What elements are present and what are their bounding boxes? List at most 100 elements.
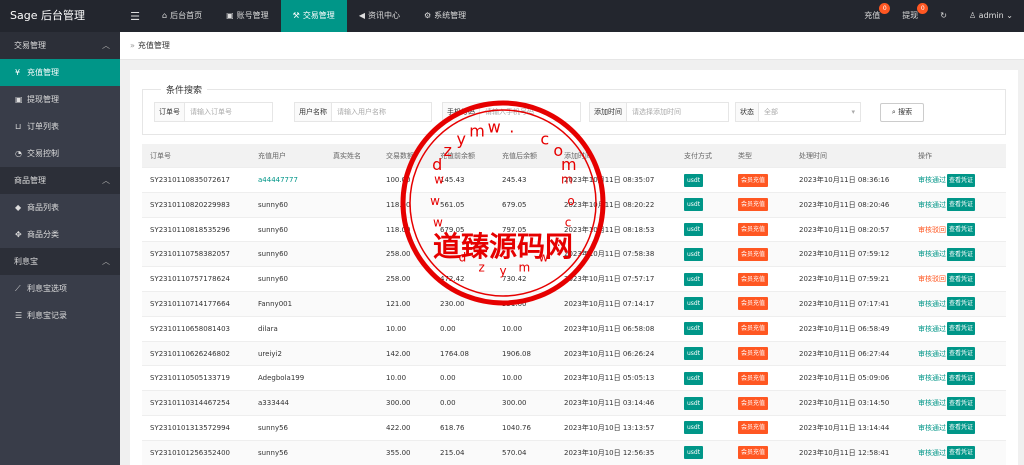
cell-type: 会员充值 [738, 242, 769, 266]
home-icon: ⌂ [162, 11, 168, 20]
user-name-input[interactable]: 请输入用户名称 [332, 103, 431, 121]
sidebar-item-goods-category[interactable]: ✥ 商品分类 [0, 221, 120, 248]
table-header: 订单号 充值用户 真实姓名 交易数额 充值前余额 充值后余额 添加时间 支付方式… [142, 144, 1006, 168]
view-voucher-button[interactable]: 查看凭证 [947, 173, 976, 187]
view-voucher-button[interactable]: 查看凭证 [947, 322, 976, 336]
cell-user: ureiyi2 [258, 349, 282, 358]
sidebar-item-goods-list[interactable]: ◆ 商品列表 [0, 194, 120, 221]
view-voucher-button[interactable]: 查看凭证 [947, 272, 976, 286]
cell-before-balance: 0.00 [440, 399, 456, 408]
breadcrumb-current[interactable]: 充值管理 [138, 41, 170, 50]
cell-user: Adegbola199 [258, 374, 305, 383]
type-tag: 会员充值 [738, 322, 769, 336]
review-status: 审核通过 [918, 399, 946, 408]
search-button[interactable]: ⌕ 搜索 [880, 103, 924, 122]
line-chart-icon: ⟋ [15, 284, 21, 293]
status-field: 状态 全部 ▾ [735, 102, 861, 122]
view-voucher-button[interactable]: 查看凭证 [947, 247, 976, 261]
phone-input[interactable]: 请输入手机号码 [480, 103, 580, 121]
id-card-icon: ▣ [226, 11, 234, 20]
cell-process-time: 2023年10月11日 03:14:50 [799, 399, 890, 408]
withdraw-link[interactable]: 提现 0 [891, 0, 929, 32]
view-voucher-button[interactable]: 查看凭证 [947, 223, 976, 237]
nav-home[interactable]: ⌂ 后台首页 [150, 0, 214, 32]
cell-before-balance: 472.42 [440, 275, 465, 284]
chevron-up-icon: ︿ [102, 176, 110, 185]
cell-actions: 审核驳回 查看凭证 [918, 267, 976, 291]
cell-actions: 审核通过 查看凭证 [918, 416, 976, 440]
cell-order-no: SY2310101313572994 [150, 423, 230, 432]
cell-order-no: SY2310110505133719 [150, 374, 230, 383]
search-panel: 条件搜索 订单号 请输入订单号 用户名称 请输入用户名称 手机号码 请输入手机号… [142, 83, 1006, 135]
pay-method-tag: usdt [684, 421, 704, 435]
cell-amount: 118.00 [386, 200, 411, 209]
user-menu[interactable]: ♙ admin ⌄ [958, 0, 1024, 32]
status-select[interactable]: 全部 [759, 103, 860, 121]
cell-pay-method: usdt [684, 416, 704, 440]
breadcrumb-separator-icon: » [130, 41, 135, 50]
cell-user: Fanny001 [258, 299, 293, 308]
cell-process-time: 2023年10月11日 12:58:41 [799, 448, 890, 457]
cell-amount: 422.00 [386, 423, 411, 432]
add-time-input[interactable]: 请选择添加时间 [627, 103, 728, 121]
nav-system[interactable]: ⚙ 系统管理 [412, 0, 478, 32]
type-tag: 会员充值 [738, 198, 769, 212]
cell-type: 会员充值 [738, 267, 769, 291]
view-voucher-button[interactable]: 查看凭证 [947, 371, 976, 385]
refresh-icon[interactable]: ↻ [929, 0, 958, 32]
app-title: Sage 后台管理 [10, 9, 85, 22]
cell-user[interactable]: a44447777 [258, 168, 298, 192]
sidebar-group-trade[interactable]: 交易管理 ︿ [0, 32, 120, 59]
megaphone-icon: ◀ [358, 11, 365, 20]
cell-add-time: 2023年10月11日 05:05:13 [564, 374, 655, 383]
cell-type: 会员充值 [738, 441, 769, 465]
order-no-input[interactable]: 请输入订单号 [185, 103, 272, 121]
view-voucher-button[interactable]: 查看凭证 [947, 347, 976, 361]
cell-amount: 355.00 [386, 448, 411, 457]
sidebar-item-interest-options[interactable]: ⟋ 利息宝选项 [0, 275, 120, 302]
cell-process-time: 2023年10月11日 13:14:44 [799, 423, 890, 432]
cell-order-no: SY2310110820229983 [150, 200, 230, 209]
chevron-down-icon: ▾ [851, 108, 855, 116]
cell-actions: 审核通过 查看凭证 [918, 193, 976, 217]
type-tag: 会员充值 [738, 421, 769, 435]
type-tag: 会员充值 [738, 347, 769, 361]
sidebar-group-interest[interactable]: 利息宝 ︿ [0, 248, 120, 275]
view-voucher-button[interactable]: 查看凭证 [947, 396, 976, 410]
cubes-icon: ✥ [15, 230, 22, 239]
type-tag: 会员充值 [738, 297, 769, 311]
hamburger-icon[interactable]: ☰ [120, 10, 150, 23]
cell-process-time: 2023年10月11日 06:27:44 [799, 349, 890, 358]
nav-news[interactable]: ◀ 资讯中心 [347, 0, 412, 32]
cell-add-time: 2023年10月11日 08:35:07 [564, 176, 655, 184]
cell-actions: 审核通过 查看凭证 [918, 366, 976, 390]
cell-amount: 118.00 [386, 225, 411, 234]
nav-account[interactable]: ▣ 账号管理 [214, 0, 281, 32]
view-voucher-button[interactable]: 查看凭证 [947, 421, 976, 435]
cell-before-balance: 1764.08 [440, 349, 469, 358]
sidebar-item-trade-control[interactable]: ◔ 交易控制 [0, 140, 120, 167]
sidebar-item-withdraw[interactable]: ▣ 提现管理 [0, 86, 120, 113]
view-voucher-button[interactable]: 查看凭证 [947, 198, 976, 212]
cell-process-time: 2023年10月11日 07:17:41 [799, 299, 890, 308]
sidebar-item-interest-records[interactable]: ☰ 利息宝记录 [0, 302, 120, 329]
view-voucher-button[interactable]: 查看凭证 [947, 297, 976, 311]
review-status: 审核通过 [918, 299, 946, 308]
review-status: 审核通过 [918, 200, 946, 209]
review-status: 审核驳回 [918, 275, 946, 284]
nav-trade[interactable]: ⚒ 交易管理 [280, 0, 347, 32]
sidebar-item-orders[interactable]: ⊔ 订单列表 [0, 113, 120, 140]
view-voucher-button[interactable]: 查看凭证 [947, 446, 976, 460]
cell-type: 会员充值 [738, 391, 769, 415]
dashboard-icon: ◔ [15, 149, 22, 158]
review-status: 审核通过 [918, 423, 946, 432]
cell-type: 会员充值 [738, 317, 769, 341]
cell-after-balance: 10.00 [502, 374, 523, 383]
review-status: 审核通过 [918, 448, 946, 457]
sidebar: 交易管理 ︿ ¥ 充值管理 ▣ 提现管理 ⊔ 订单列表 ◔ 交易控制 商品管理 ︿ ◆ 商品列… [0, 32, 120, 465]
cell-add-time: 2023年10月10日 12:56:35 [564, 448, 655, 457]
sidebar-item-recharge[interactable]: ¥ 充值管理 [0, 59, 120, 86]
cell-before-balance: 679.05 [440, 225, 465, 234]
sidebar-group-goods[interactable]: 商品管理 ︿ [0, 167, 120, 194]
recharge-link[interactable]: 充值 0 [853, 0, 891, 32]
